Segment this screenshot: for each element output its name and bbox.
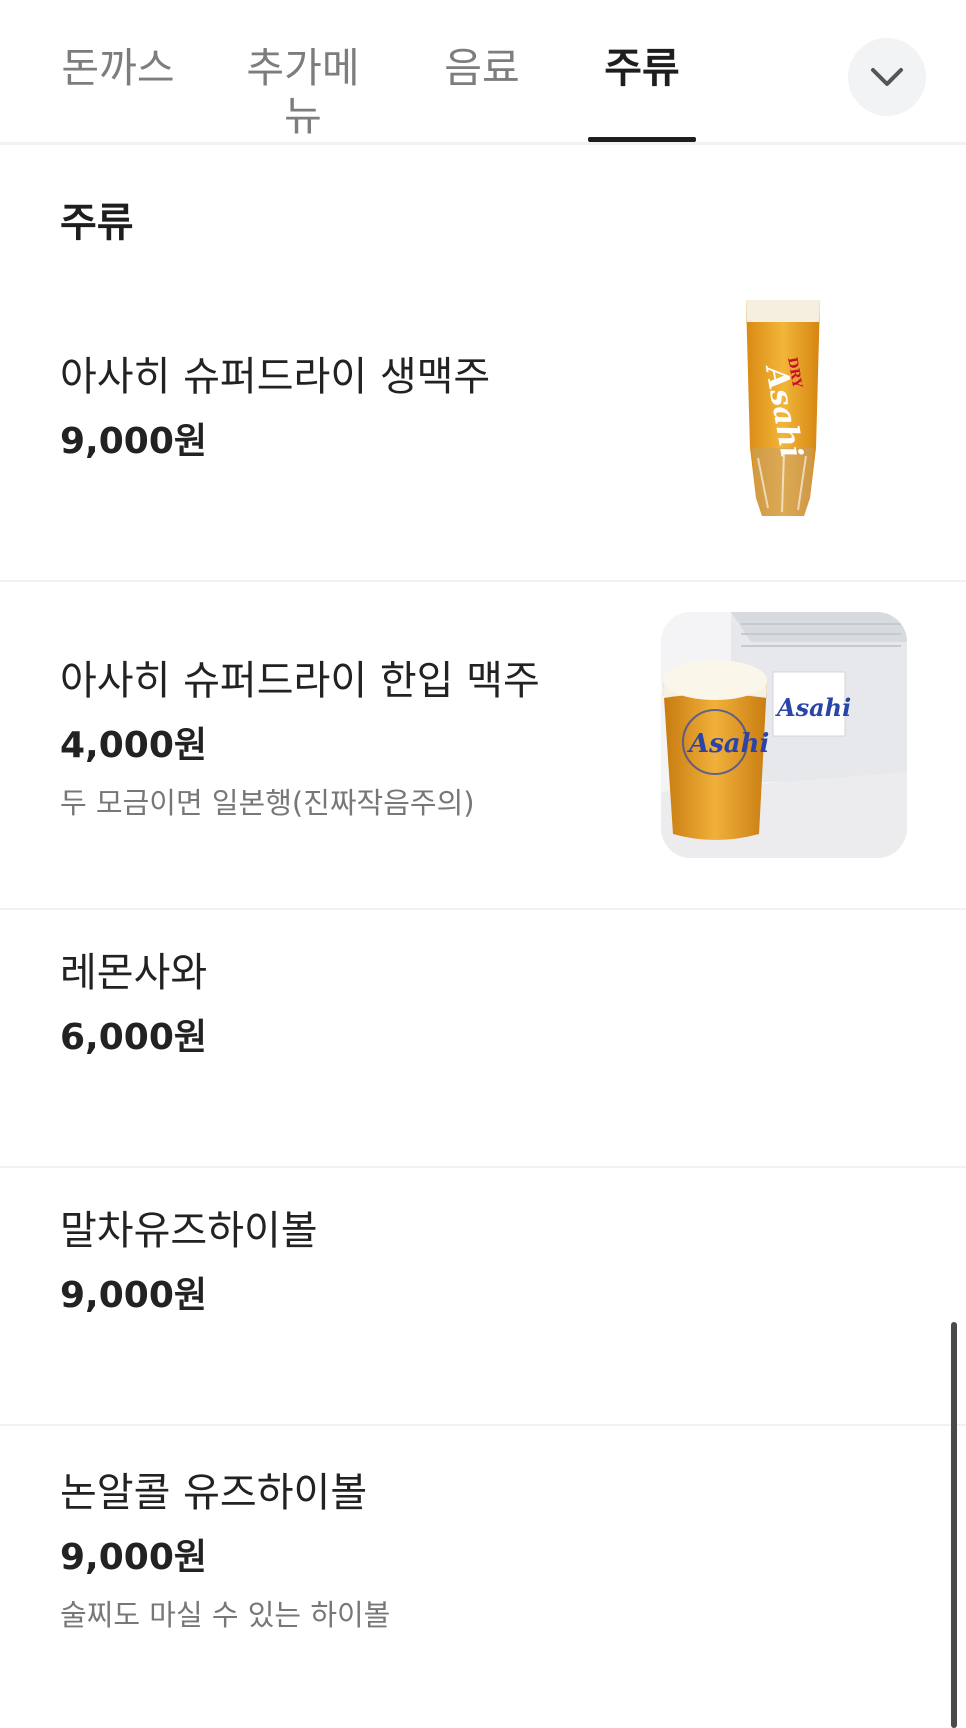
menu-item[interactable]: 논알콜 유즈하이볼 9,000원 술찌도 마실 수 있는 하이볼 — [0, 1426, 966, 1728]
active-tab-indicator — [588, 137, 696, 142]
item-name: 레몬사와 — [60, 950, 208, 996]
menu-item[interactable]: 아사히 슈퍼드라이 생맥주 9,000원 DRY Asahi — [0, 252, 966, 582]
asahi-small-beer-image: Asahi Asahi — [661, 612, 907, 858]
item-price: 9,000원 — [60, 1537, 207, 1578]
chevron-down-icon — [871, 68, 903, 86]
glass-logo: Asahi — [686, 729, 769, 759]
box-logo: Asahi — [775, 693, 851, 722]
item-description: 두 모금이면 일본행(진짜작음주의) — [60, 786, 475, 820]
menu-page: 돈까스 추가메뉴 음료 주류 주류 아사히 슈퍼드라이 생맥주 9,000원 D… — [0, 0, 966, 1728]
tab-alcohol[interactable]: 주류 — [588, 44, 696, 142]
tab-donkatsu[interactable]: 돈까스 — [60, 44, 176, 142]
item-image: DRY Asahi — [738, 298, 828, 518]
scrollbar[interactable] — [951, 1322, 957, 1728]
item-image: Asahi Asahi — [661, 612, 907, 858]
item-price: 6,000원 — [60, 1017, 207, 1058]
asahi-beer-glass-image: DRY Asahi — [746, 300, 820, 516]
item-name: 아사히 슈퍼드라이 생맥주 — [60, 354, 491, 400]
category-tab-bar: 돈까스 추가메뉴 음료 주류 — [0, 0, 966, 145]
menu-item[interactable]: 말차유즈하이볼 9,000원 — [0, 1168, 966, 1426]
item-name: 말차유즈하이볼 — [60, 1208, 318, 1254]
tab-label: 돈까스 — [61, 44, 175, 92]
item-description: 술찌도 마실 수 있는 하이볼 — [60, 1598, 391, 1632]
item-price: 9,000원 — [60, 1275, 207, 1316]
tab-label: 추가메뉴 — [246, 44, 360, 140]
menu-item[interactable]: 아사히 슈퍼드라이 한입 맥주 4,000원 두 모금이면 일본행(진짜작음주의… — [0, 582, 966, 910]
item-price: 4,000원 — [60, 725, 207, 766]
section-title: 주류 — [60, 200, 134, 246]
menu-item[interactable]: 레몬사와 6,000원 — [0, 910, 966, 1168]
category-dropdown-button[interactable] — [848, 38, 926, 116]
item-name: 아사히 슈퍼드라이 한입 맥주 — [60, 658, 540, 704]
tab-label: 주류 — [604, 44, 680, 92]
item-price: 9,000원 — [60, 421, 207, 462]
item-name: 논알콜 유즈하이볼 — [60, 1470, 368, 1516]
tab-extra-menu[interactable]: 추가메뉴 — [228, 44, 378, 142]
tab-drinks[interactable]: 음료 — [444, 44, 520, 142]
tab-label: 음료 — [444, 44, 520, 92]
